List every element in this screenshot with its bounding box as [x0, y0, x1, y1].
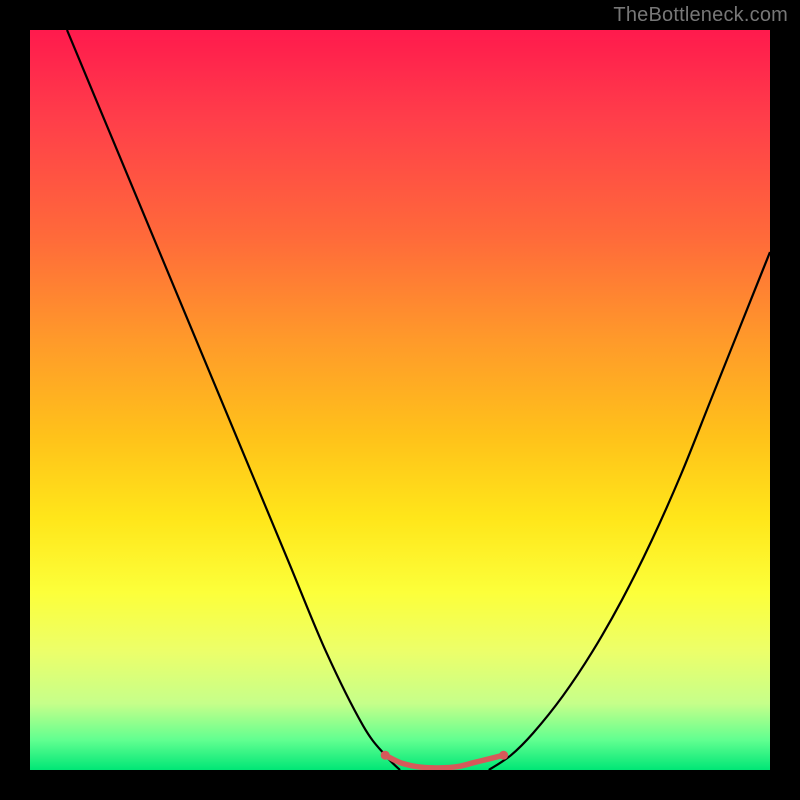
right-branch-curve	[489, 252, 770, 770]
chart-svg	[30, 30, 770, 770]
floor-marker-0	[381, 751, 390, 760]
plot-area	[30, 30, 770, 770]
floor-segment-curve	[385, 755, 503, 768]
watermark-text: TheBottleneck.com	[613, 4, 788, 27]
left-branch-curve	[67, 30, 400, 770]
chart-frame: TheBottleneck.com	[0, 0, 800, 800]
floor-marker-1	[499, 751, 508, 760]
curve-layer	[67, 30, 770, 770]
